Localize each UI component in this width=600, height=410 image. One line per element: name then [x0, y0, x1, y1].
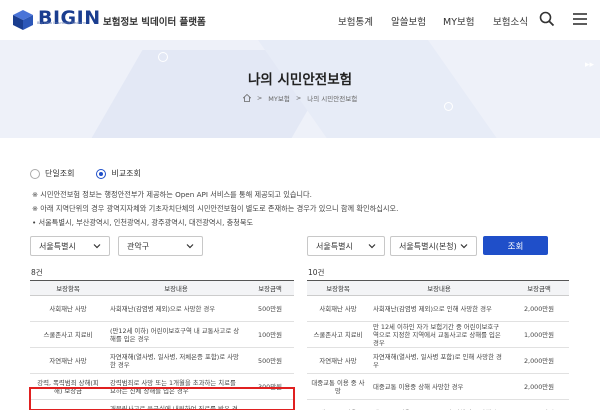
top-header: BIGIN Big Data Insurance Platform 보험정보 빅…	[0, 0, 600, 40]
coverage-desc: 사회재난(감염병 제외)으로 사망한 경우	[106, 295, 246, 322]
chevron-down-icon	[93, 244, 101, 249]
logo-cube-icon	[13, 10, 33, 30]
logo[interactable]: BIGIN	[12, 9, 101, 31]
coverage-desc: 만 12세 이하인 자가 보험기간 중 어린이보호구역으로 지정한 지역에서 교…	[369, 321, 509, 348]
coverage-item: 스쿨존사고 치료비	[30, 321, 106, 348]
table-header-row: 보장항목 보장내용 보장금액	[307, 280, 569, 296]
nav-insurance-news[interactable]: 보험소식	[493, 14, 528, 28]
right-district-value: 서울특별시(본청)	[399, 241, 457, 251]
right-result-count: 10건	[308, 268, 325, 277]
right-coverage-table: 보장항목 보장내용 보장금액 사회재난 사망 사회재난(감염병 제외)으로 인해…	[307, 280, 569, 410]
right-region-select[interactable]: 서울특별시	[307, 236, 385, 256]
page-banner: ▸▸ 나의 시민안전보험 > MY보험 > 나의 시민안전보험	[0, 40, 600, 138]
banner-circle-decor	[444, 102, 453, 111]
radio-compare-query[interactable]	[96, 168, 107, 179]
coverage-desc: 자연재해(열사병, 일사병 포함)로 인해 사망한 경우	[369, 347, 509, 374]
breadcrumb: > MY보험 > 나의 시민안전보험	[0, 93, 600, 103]
coverage-desc: 대중교통 이용중 상해 사망한 경우	[369, 373, 509, 400]
page-title: 나의 시민안전보험	[247, 72, 353, 88]
radio-label-single: 단일조회	[45, 169, 75, 178]
search-button[interactable]: 조회	[483, 236, 548, 255]
coverage-amount: 1,000만원	[509, 321, 569, 348]
table-row: 사회재난 사망 사회재난(감염병 제외)으로 사망한 경우 500만원	[30, 295, 294, 322]
coverage-amount: 500만원	[246, 347, 294, 374]
table-row: 스쿨존사고 치료비 만 12세 이하인 자가 보험기간 중 어린이보호구역으로 …	[307, 321, 569, 348]
coverage-amount: 2,000만원	[509, 347, 569, 374]
right-district-select[interactable]: 서울특별시(본청)	[390, 236, 477, 256]
breadcrumb-separator: >	[295, 94, 302, 102]
coverage-desc: (만12세 이하) 어린이보호구역 내 교통사고로 상해를 입은 경우	[106, 321, 246, 348]
site-tagline: 보험정보 빅데이터 플랫폼	[103, 17, 206, 28]
coverage-item: 스쿨존사고 치료비	[307, 321, 369, 348]
left-region-value: 서울특별시	[39, 241, 76, 251]
query-type-radio-group: 단일조회 비교조회	[30, 168, 141, 179]
nav-useful-insurance[interactable]: 알쓸보험	[391, 14, 426, 28]
chevron-down-icon	[368, 244, 376, 249]
left-district-select[interactable]: 관악구	[118, 236, 203, 256]
chevron-down-icon	[460, 244, 468, 249]
column-header: 보장금액	[509, 280, 569, 296]
coverage-item: 사회재난 사망	[307, 295, 369, 322]
chevron-down-icon	[186, 244, 194, 249]
right-region-value: 서울특별시	[316, 241, 353, 251]
highlight-box	[29, 387, 295, 410]
coverage-item: 사회재난 사망	[30, 295, 106, 322]
coverage-amount: 500만원	[246, 295, 294, 322]
table-row: 사회재난 사망 사회재난(감염병 제외)으로 인해 사망한 경우 2,000만원	[307, 295, 569, 322]
radio-single-query[interactable]	[30, 168, 40, 179]
logo-subtext: Big Data Insurance Platform	[37, 21, 87, 25]
menu-icon[interactable]	[572, 11, 588, 27]
column-header: 보장항목	[30, 280, 106, 296]
column-header: 보장내용	[369, 280, 509, 296]
coverage-desc: 대중교통 이용중 3~100%의 상해 후유장해가	[369, 399, 509, 410]
coverage-item: 대중교통 이용 중 사망	[307, 373, 369, 400]
coverage-desc: 자연재해(열사병, 일사병, 저체온증 포함)로 사망한 경우	[106, 347, 246, 374]
coverage-amount: 2,000만원	[509, 399, 569, 410]
coverage-amount: 2,000만원	[509, 373, 569, 400]
coverage-item: 자연재난 사망	[307, 347, 369, 374]
table-header-row: 보장항목 보장내용 보장금액	[30, 280, 294, 296]
table-row: 자연재난 사망 자연재해(열사병, 일사병, 저체온증 포함)로 사망한 경우 …	[30, 347, 294, 374]
breadcrumb-item-current: 나의 시민안전보험	[307, 95, 358, 103]
logo-text: BIGIN	[38, 7, 101, 29]
left-region-select[interactable]: 서울특별시	[30, 236, 110, 256]
coverage-amount: 100만원	[246, 321, 294, 348]
column-header: 보장금액	[246, 280, 294, 296]
table-row: 대중교통 이용 중 사망 대중교통 이용중 상해 사망한 경우 2,000만원	[307, 373, 569, 400]
breadcrumb-item[interactable]: MY보험	[268, 93, 290, 103]
coverage-item: 대중교통 이용	[307, 399, 369, 410]
banner-circle-decor	[158, 52, 168, 62]
table-row: 스쿨존사고 치료비 (만12세 이하) 어린이보호구역 내 교통사고로 상해를 …	[30, 321, 294, 348]
notice-line: ※ 시민안전보험 정보는 행정안전부가 제공하는 Open API 서비스를 통…	[32, 190, 312, 199]
table-row: 자연재난 사망 자연재해(열사병, 일사병 포함)로 인해 사망한 경우 2,0…	[307, 347, 569, 374]
column-header: 보장내용	[106, 280, 246, 296]
radio-label-compare: 비교조회	[111, 169, 141, 178]
nav-statistics[interactable]: 보험통계	[338, 14, 373, 28]
search-icon[interactable]	[539, 11, 555, 27]
notice-line: • 서울특별시, 부산광역시, 인천광역시, 광주광역시, 대전광역시, 충청북…	[32, 218, 254, 227]
left-result-count: 8건	[31, 268, 43, 277]
home-icon[interactable]	[242, 94, 251, 102]
column-header: 보장항목	[307, 280, 369, 296]
notice-line: ※ 아래 지역단위의 경우 광역지자체와 기초자치단체의 시민안전보험이 별도로…	[32, 204, 399, 213]
coverage-desc: 사회재난(감염병 제외)으로 인해 사망한 경우	[369, 295, 509, 322]
coverage-amount: 2,000만원	[509, 295, 569, 322]
breadcrumb-separator: >	[256, 94, 263, 102]
left-district-value: 관악구	[127, 241, 150, 251]
nav-my-insurance[interactable]: MY보험	[443, 14, 474, 28]
coverage-item: 자연재난 사망	[30, 347, 106, 374]
table-row: 대중교통 이용 대중교통 이용중 3~100%의 상해 후유장해가 2,000만…	[307, 399, 569, 410]
